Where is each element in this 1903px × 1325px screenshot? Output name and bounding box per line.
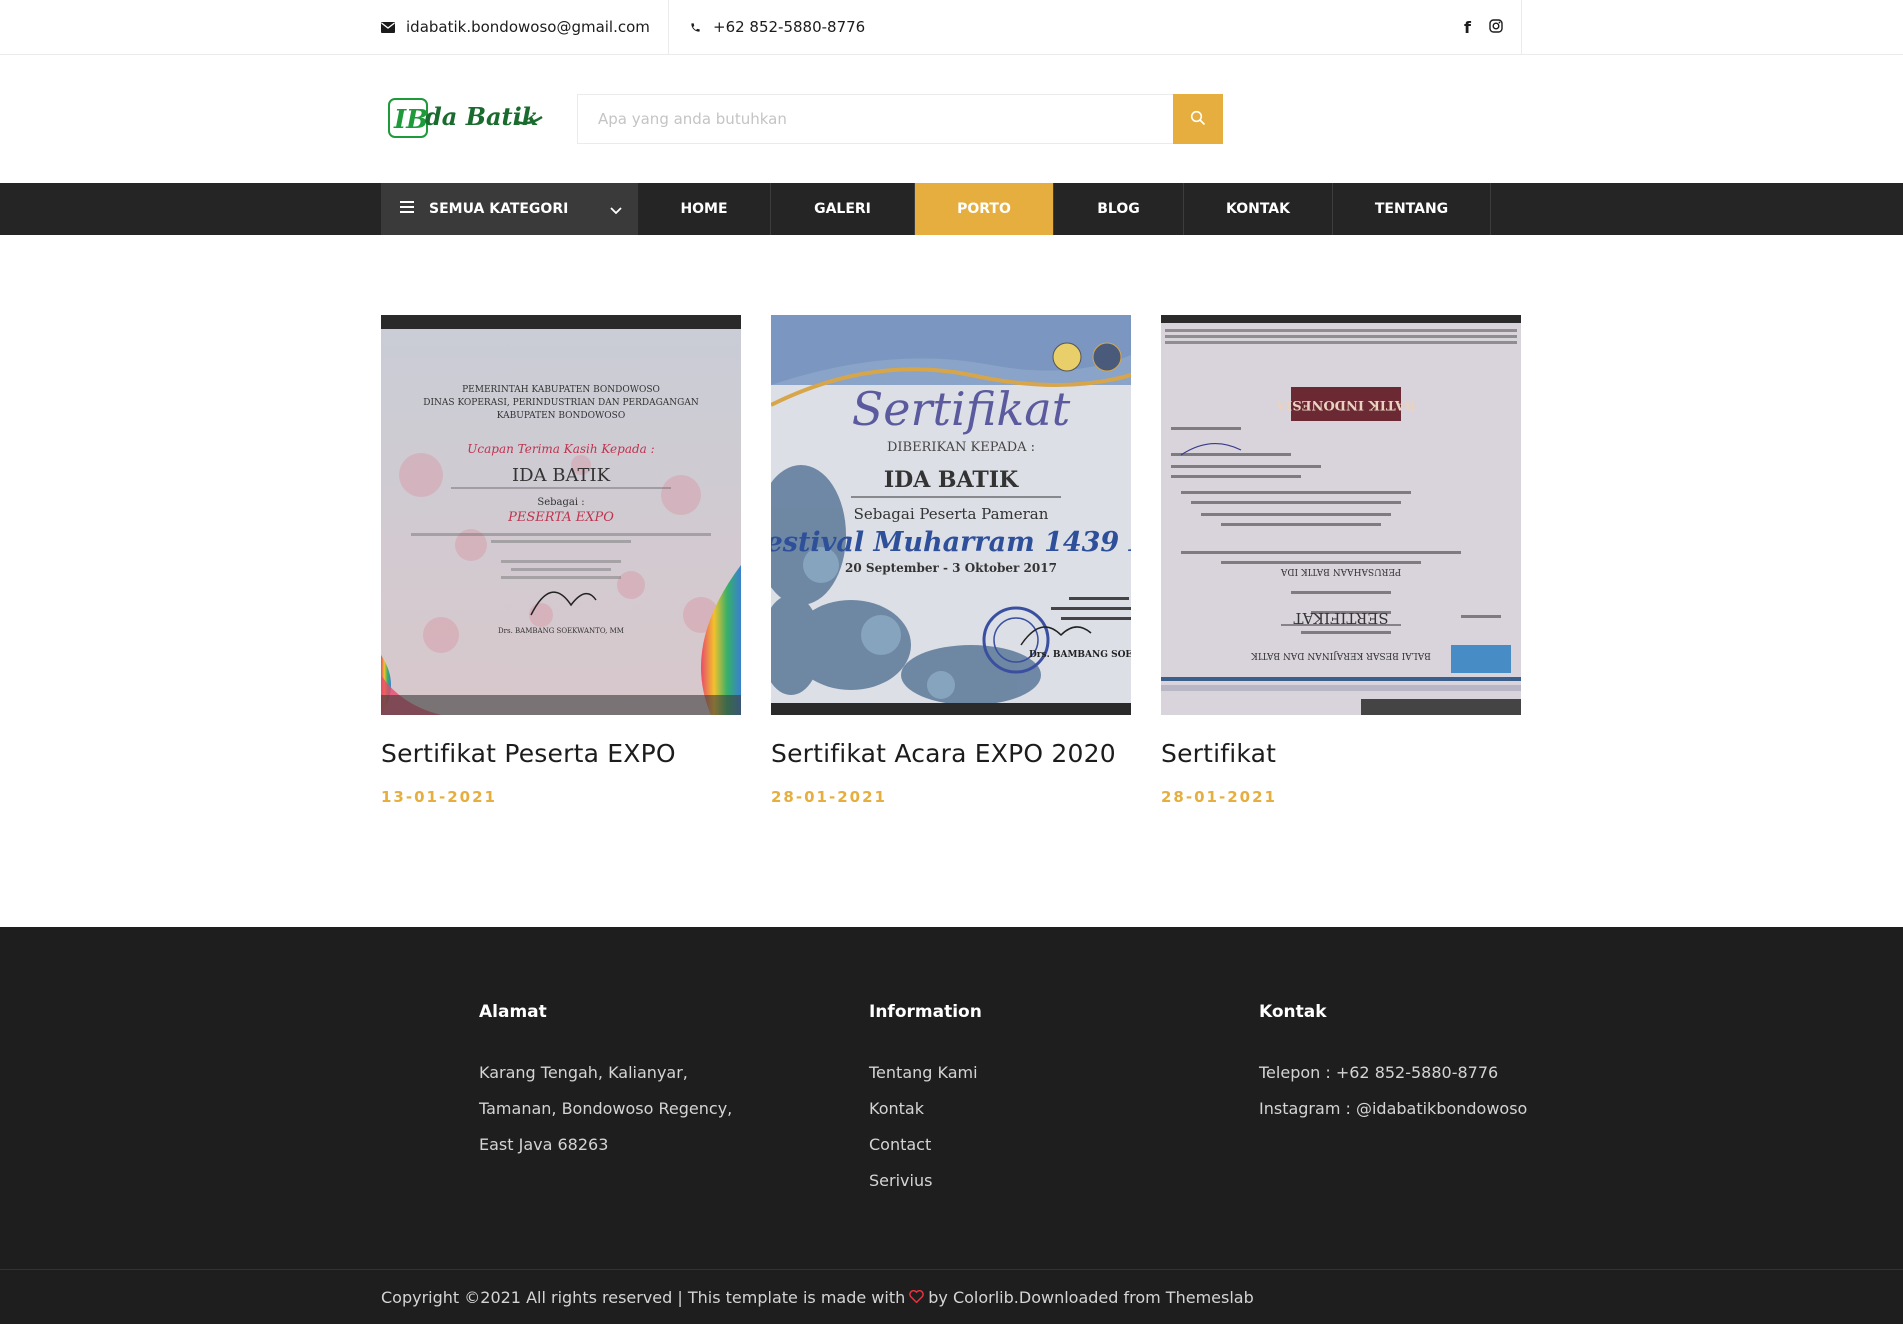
certificate-image[interactable]: PEMERINTAH KABUPATEN BONDOWOSO DINAS KOP… (381, 315, 741, 715)
footer-link-tentang-kami[interactable]: Tentang Kami (869, 1055, 982, 1091)
certificate-header-line: KABUPATEN BONDOWOSO (497, 411, 625, 421)
certificate-image[interactable]: BATIK INDONESIA PERUSAHAAN BATIK IDA SER… (1161, 315, 1521, 715)
footer-address-title: Alamat (479, 1002, 547, 1022)
portfolio-date: 28-01-2021 (1161, 788, 1277, 806)
certificate-image[interactable]: Sertifikat DIBERIKAN KEPADA : IDA BATIK … (771, 315, 1131, 715)
certificate-header-line: PEMERINTAH KABUPATEN BONDOWOSO (462, 385, 660, 395)
top-email-text: idabatik.bondowoso@gmail.com (406, 18, 650, 36)
portfolio-title[interactable]: Sertifikat Acara EXPO 2020 (771, 739, 1131, 768)
chevron-down-icon (610, 203, 622, 219)
phone-icon (688, 20, 702, 34)
certificate-recipient: PERUSAHAAN BATIK IDA (1280, 566, 1401, 576)
certificate-issuer: BALAI BESAR KERAJINAN DAN BATIK (1251, 650, 1431, 660)
certificate-signer: Drs. BAMBANG SOEKWANTO, MM (1029, 650, 1131, 660)
certificate-given-to: DIBERIKAN KEPADA : (887, 440, 1035, 455)
certificate-header-line: DINAS KOPERASI, PERINDUSTRIAN DAN PERDAG… (423, 398, 699, 408)
nav-home[interactable]: HOME (638, 183, 771, 235)
portfolio-card[interactable]: BATIK INDONESIA PERUSAHAAN BATIK IDA SER… (1161, 315, 1521, 806)
search-input[interactable] (577, 94, 1173, 144)
site-footer: Alamat Karang Tengah, Kalianyar, Tamanan… (0, 927, 1903, 1324)
top-email[interactable]: idabatik.bondowoso@gmail.com (381, 0, 669, 54)
envelope-icon (381, 20, 395, 34)
footer-phone: Telepon : +62 852-5880-8776 (1259, 1063, 1499, 1082)
copyright: Copyright ©2021 All rights reserved | Th… (381, 1270, 1254, 1325)
footer-information-title: Information (869, 1002, 982, 1022)
footer-address: Alamat Karang Tengah, Kalianyar, Tamanan… (479, 1002, 732, 1163)
footer-link-contact[interactable]: Contact (869, 1127, 982, 1163)
portfolio-card[interactable]: PEMERINTAH KABUPATEN BONDOWOSO DINAS KOP… (381, 315, 741, 806)
certificate-recipient: IDA BATIK (512, 465, 611, 486)
certificate-event: Festival Muharram 1439 H (771, 527, 1131, 558)
portfolio-date: 13-01-2021 (381, 788, 497, 806)
main-nav: SEMUA KATEGORI HOME GALERI PORTO BLOG KO… (0, 183, 1903, 235)
portfolio-title[interactable]: Sertifikat Peserta EXPO (381, 739, 741, 768)
certificate-heading: SERTIFIKAT (1293, 609, 1388, 627)
portfolio-title[interactable]: Sertifikat (1161, 739, 1521, 768)
certificate-signer: Drs. BAMBANG SOEKWANTO, MM (498, 627, 624, 635)
all-categories-label: SEMUA KATEGORI (429, 201, 569, 217)
social-links: f (1440, 0, 1522, 54)
top-bar-container: idabatik.bondowoso@gmail.com +62 852-588… (381, 0, 1522, 54)
copyright-text: Copyright ©2021 All rights reserved | Th… (381, 1288, 906, 1307)
footer-link-kontak[interactable]: Kontak (869, 1091, 982, 1127)
heart-icon (909, 1288, 925, 1307)
certificate-recipient: IDA BATIK (884, 467, 1019, 493)
menu-icon (400, 201, 414, 217)
certificate-role: PESERTA EXPO (507, 510, 614, 525)
search-icon (1190, 110, 1206, 129)
footer-contact: Kontak Telepon : +62 852-5880-8776 Insta… (1259, 1002, 1527, 1127)
footer-address-line: East Java 68263 (479, 1135, 609, 1154)
footer-link-serivius[interactable]: Serivius (869, 1163, 982, 1199)
nav-tentang[interactable]: TENTANG (1333, 183, 1491, 235)
all-categories-button[interactable]: SEMUA KATEGORI (381, 183, 638, 235)
certificate-brand: BATIK INDONESIA (1275, 397, 1416, 412)
svg-text:IB: IB (393, 105, 428, 135)
footer-address-line: Karang Tengah, Kalianyar, (479, 1063, 688, 1082)
certificate-as-label: Sebagai : (537, 497, 584, 508)
certificate-role: Sebagai Peserta Pameran (854, 505, 1049, 523)
footer-instagram[interactable]: Instagram : @idabatikbondowoso (1259, 1091, 1527, 1127)
site-header: IB da Batik (0, 55, 1903, 183)
portfolio-date: 28-01-2021 (771, 788, 887, 806)
nav-galeri[interactable]: GALERI (771, 183, 915, 235)
certificate-heading: Sertifikat (852, 382, 1071, 436)
portfolio-card[interactable]: Sertifikat DIBERIKAN KEPADA : IDA BATIK … (771, 315, 1131, 806)
footer-contact-title: Kontak (1259, 1002, 1327, 1022)
certificate-thanks: Ucapan Terima Kasih Kepada : (467, 442, 654, 456)
search-button[interactable] (1173, 94, 1223, 144)
top-phone[interactable]: +62 852-5880-8776 (688, 0, 865, 54)
footer-address-line: Tamanan, Bondowoso Regency, (479, 1099, 733, 1118)
top-phone-text: +62 852-5880-8776 (713, 18, 866, 36)
copyright-credit[interactable]: by Colorlib.Downloaded from Themeslab (928, 1288, 1253, 1307)
nav-container: SEMUA KATEGORI HOME GALERI PORTO BLOG KO… (381, 183, 1522, 235)
certificate-dates: 20 September - 3 Oktober 2017 (845, 561, 1057, 575)
search-bar (577, 94, 1223, 144)
nav-porto[interactable]: PORTO (915, 183, 1054, 235)
nav-blog[interactable]: BLOG (1054, 183, 1184, 235)
footer-bottom: Copyright ©2021 All rights reserved | Th… (0, 1269, 1903, 1325)
instagram-icon[interactable] (1489, 18, 1503, 37)
site-logo[interactable]: IB da Batik (387, 95, 545, 141)
header-container: IB da Batik (381, 55, 1522, 183)
facebook-icon[interactable]: f (1464, 18, 1471, 37)
footer-information: Information Tentang Kami Kontak Contact … (869, 1002, 982, 1199)
nav-kontak[interactable]: KONTAK (1184, 183, 1333, 235)
svg-text:da Batik: da Batik (425, 102, 538, 131)
top-bar: idabatik.bondowoso@gmail.com +62 852-588… (0, 0, 1903, 55)
